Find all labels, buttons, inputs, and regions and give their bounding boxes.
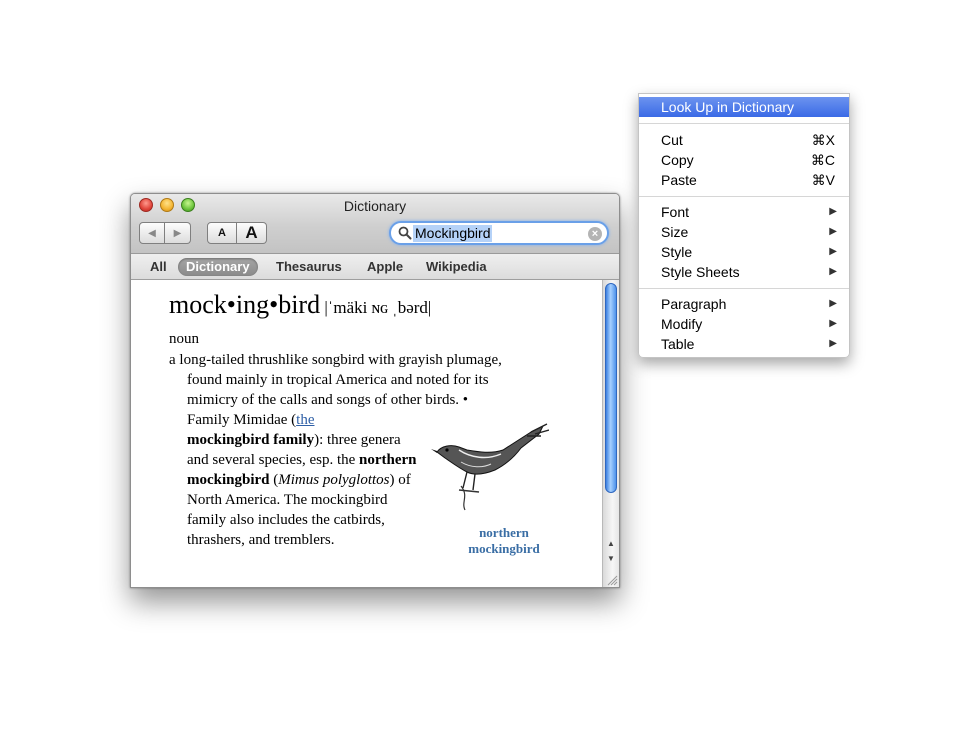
back-button[interactable]: ◀ (139, 222, 165, 244)
menu-item-label: Paragraph (661, 296, 727, 312)
image-caption: northern mockingbird (468, 525, 540, 556)
headword: mock•ing•bird |ˈmäki ɴɢ ˌbərd| (169, 290, 431, 320)
tab-thesaurus[interactable]: Thesaurus (271, 258, 347, 276)
menu-item-label: Size (661, 224, 689, 240)
magnifier-icon (398, 226, 412, 240)
context-menu: Look Up in Dictionary Cut ⌘X Copy ⌘C Pas… (638, 93, 850, 358)
history-nav: ◀ ▶ (139, 222, 191, 244)
title-bar[interactable]: Dictionary ◀ ▶ A A Mockingbird × (131, 194, 619, 254)
menu-item-paste[interactable]: Paste ⌘V (639, 170, 849, 190)
definition-line: mimicry of the calls and songs of other … (187, 392, 469, 408)
forward-button[interactable]: ▶ (165, 222, 191, 244)
species-latin: Mimus polyglottos (278, 472, 390, 488)
decrease-font-button[interactable]: A (207, 222, 237, 244)
menu-item-label: Copy (661, 152, 694, 168)
search-input[interactable]: Mockingbird (413, 225, 493, 242)
increase-font-button[interactable]: A (237, 222, 267, 244)
menu-item-cut[interactable]: Cut ⌘X (639, 130, 849, 150)
menu-item-label: Modify (661, 316, 703, 332)
menu-item-look-up[interactable]: Look Up in Dictionary (639, 97, 849, 117)
triangle-right-icon: ▶ (829, 246, 837, 257)
headword-text: mock•ing•bird (169, 290, 321, 319)
triangle-right-icon: ▶ (829, 338, 837, 349)
mockingbird-illustration (431, 423, 549, 511)
menu-item-label: Table (661, 336, 695, 352)
scroll-down-button[interactable]: ▼ (603, 552, 619, 566)
menu-item-label: Style Sheets (661, 264, 740, 280)
pronunciation: |ˈmäki ɴɢ ˌbərd| (320, 298, 432, 317)
triangle-right-icon: ▶ (829, 266, 837, 277)
menu-separator (639, 196, 849, 197)
menu-item-label: Paste (661, 172, 697, 188)
menu-item-paragraph[interactable]: Paragraph ▶ (639, 294, 849, 314)
menu-item-label: Cut (661, 132, 683, 148)
font-size-control: A A (207, 222, 267, 244)
search-field[interactable]: Mockingbird × (389, 221, 609, 245)
part-of-speech: noun (169, 331, 199, 347)
menu-item-modify[interactable]: Modify ▶ (639, 314, 849, 334)
scroll-up-button[interactable]: ▲ (603, 537, 619, 551)
family-text: Family Mimidae ( (187, 412, 297, 428)
definition: a long-tailed thrushlike songbird with g… (169, 350, 599, 410)
dictionary-window: Dictionary ◀ ▶ A A Mockingbird × All Dic… (130, 193, 620, 588)
triangle-right-icon: ▶ (829, 298, 837, 309)
menu-item-table[interactable]: Table ▶ (639, 334, 849, 354)
definition-line: found mainly in tropical America and not… (187, 372, 489, 388)
menu-separator (639, 288, 849, 289)
source-tabs: All Dictionary Thesaurus Apple Wikipedia (131, 254, 619, 280)
menu-item-copy[interactable]: Copy ⌘C (639, 150, 849, 170)
menu-item-label: Style (661, 244, 693, 260)
scroll-thumb[interactable] (605, 283, 617, 493)
menu-shortcut: ⌘C (810, 152, 835, 168)
tab-dictionary[interactable]: Dictionary (178, 258, 258, 276)
triangle-right-icon: ▶ (829, 226, 837, 237)
menu-shortcut: ⌘X (811, 132, 835, 148)
family-name: mockingbird family (187, 432, 315, 448)
vertical-scrollbar[interactable]: ▲ ▼ (602, 280, 619, 587)
tab-wikipedia[interactable]: Wikipedia (421, 258, 492, 276)
resize-grip-icon[interactable] (606, 574, 618, 586)
menu-item-label: Look Up in Dictionary (661, 99, 795, 115)
tab-all[interactable]: All (145, 258, 172, 276)
family-link[interactable]: the (296, 412, 314, 428)
menu-separator (639, 123, 849, 124)
menu-item-style-sheets[interactable]: Style Sheets ▶ (639, 262, 849, 282)
menu-item-font[interactable]: Font ▶ (639, 202, 849, 222)
species-paren: ( (269, 472, 279, 488)
triangle-right-icon: ▶ (173, 227, 182, 239)
menu-item-label: Font (661, 204, 690, 220)
window-title: Dictionary (343, 198, 407, 214)
definition-line: a long-tailed thrushlike songbird with g… (169, 352, 502, 368)
menu-item-style[interactable]: Style ▶ (639, 242, 849, 262)
triangle-right-icon: ▶ (829, 206, 837, 217)
entry-content: mock•ing•bird |ˈmäki ɴɢ ˌbərd| noun a lo… (131, 280, 603, 587)
tab-apple[interactable]: Apple (362, 258, 408, 276)
menu-item-size[interactable]: Size ▶ (639, 222, 849, 242)
triangle-left-icon: ◀ (148, 227, 156, 239)
triangle-right-icon: ▶ (829, 318, 837, 329)
menu-shortcut: ⌘V (811, 172, 835, 188)
clear-icon[interactable]: × (588, 227, 602, 241)
family-note: Family Mimidae (the mockingbird family): … (187, 410, 419, 550)
